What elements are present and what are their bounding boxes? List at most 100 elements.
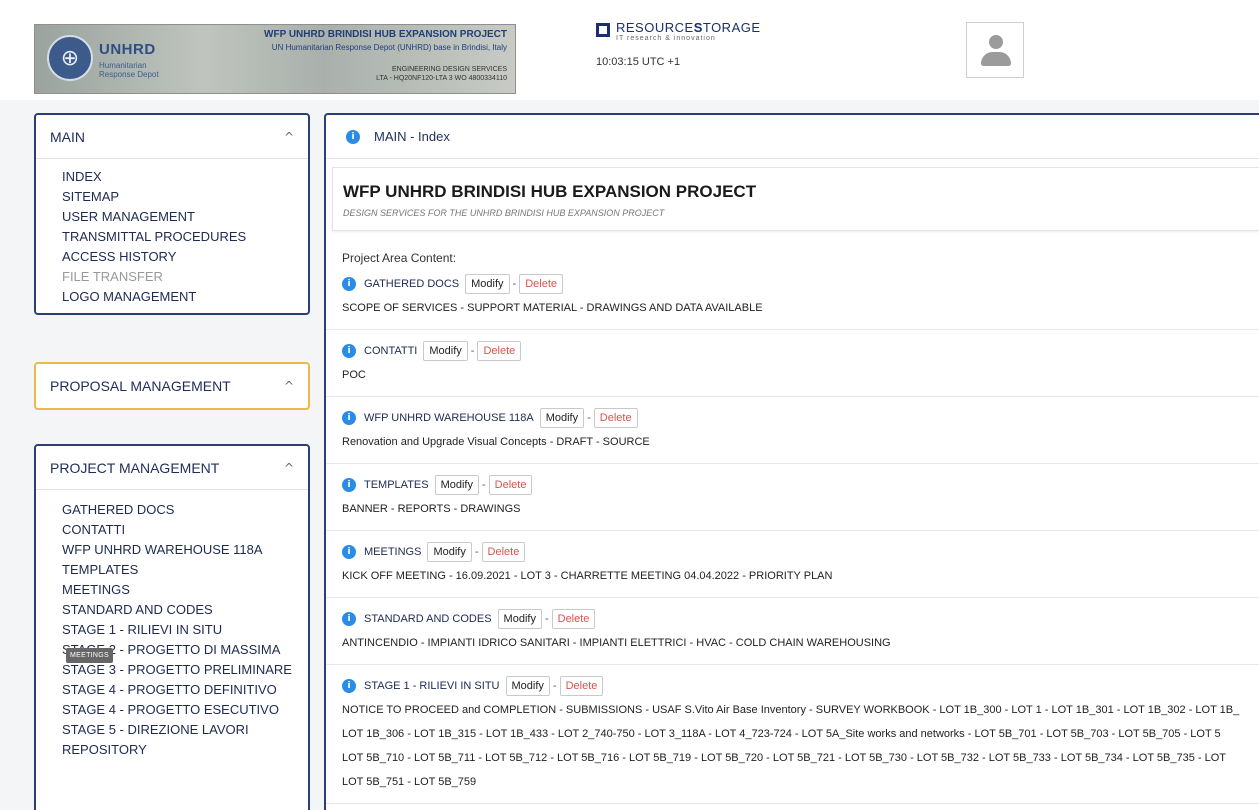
sidebar-item-stage-1[interactable]: STAGE 1 - RILIEVI IN SITU	[62, 620, 308, 640]
info-icon[interactable]: i	[342, 344, 356, 358]
section-links[interactable]: LOT 5B_710 - LOT 5B_711 - LOT 5B_712 - L…	[342, 747, 1259, 769]
delete-button[interactable]: Delete	[559, 676, 604, 696]
separator: -	[470, 345, 475, 357]
section-title[interactable]: WFP UNHRD WAREHOUSE 118A	[364, 412, 534, 424]
section-title[interactable]: TEMPLATES	[364, 479, 429, 491]
brand-name-part3: TORAGE	[702, 20, 761, 35]
brand-name-part1: RESOURCE	[616, 20, 694, 35]
section-links[interactable]: LOT 1B_306 - LOT 1B_315 - LOT 1B_433 - L…	[342, 723, 1259, 745]
section-links[interactable]: Renovation and Upgrade Visual Concepts -…	[342, 431, 1259, 453]
sidebar-item-standard-and-codes[interactable]: STANDARD AND CODES	[62, 600, 308, 620]
sidebar-item-user-management[interactable]: USER MANAGEMENT	[62, 207, 308, 227]
section-links[interactable]: BANNER - REPORTS - DRAWINGS	[342, 498, 1259, 520]
sidebar-item-access-history[interactable]: ACCESS HISTORY	[62, 247, 308, 267]
delete-button[interactable]: Delete	[519, 274, 564, 294]
org-subtitle: Humanitarian Response Depot	[99, 61, 159, 79]
delete-button[interactable]: Delete	[481, 542, 526, 562]
section-title[interactable]: GATHERED DOCS	[364, 278, 459, 290]
section-title-row: i CONTATTI Modify - Delete	[342, 340, 1259, 362]
delete-button[interactable]: Delete	[593, 408, 638, 428]
info-icon[interactable]: i	[342, 545, 356, 559]
section-links[interactable]: ANTINCENDIO - IMPIANTI IDRICO SANITARI -…	[342, 632, 1259, 654]
user-silhouette-body	[981, 52, 1011, 66]
main-header-title: MAIN - Index	[374, 129, 450, 144]
chevron-up-icon[interactable]: ^	[284, 130, 294, 144]
sidebar-main-title: MAIN	[50, 128, 85, 145]
section-links[interactable]: NOTICE TO PROCEED and COMPLETION - SUBMI…	[342, 699, 1259, 721]
sidebar-main-panel: MAIN ^ INDEX SITEMAP USER MANAGEMENT TRA…	[34, 113, 310, 315]
square-logo-icon	[596, 23, 610, 37]
project-area-label: Project Area Content:	[342, 251, 457, 265]
section-title[interactable]: MEETINGS	[364, 546, 421, 558]
sidebar-item-stage-3[interactable]: STAGE 3 - PROGETTO PRELIMINARE	[62, 660, 308, 680]
section-title-row: i MEETINGS Modify - Delete	[342, 541, 1259, 563]
section-links[interactable]: POC	[342, 364, 1259, 386]
modify-button[interactable]: Modify	[427, 542, 472, 562]
modify-button[interactable]: Modify	[539, 408, 585, 428]
sidebar-item-templates[interactable]: TEMPLATES	[62, 560, 308, 580]
info-icon[interactable]: i	[342, 277, 356, 291]
sidebar-item-stage-5[interactable]: STAGE 5 - DIREZIONE LAVORI	[62, 720, 308, 740]
section-title[interactable]: CONTATTI	[364, 345, 417, 357]
chevron-up-icon[interactable]: ^	[284, 379, 294, 393]
modify-button[interactable]: Modify	[465, 274, 510, 294]
modify-button[interactable]: Modify	[505, 676, 550, 696]
separator: -	[512, 278, 517, 290]
section-links[interactable]: KICK OFF MEETING - 16.09.2021 - LOT 3 - …	[342, 565, 1259, 587]
modify-button[interactable]: Modify	[497, 609, 542, 629]
sidebar-project-header[interactable]: PROJECT MANAGEMENT ^	[36, 446, 308, 490]
chevron-up-icon[interactable]: ^	[284, 461, 294, 475]
info-icon[interactable]: i	[342, 612, 356, 626]
info-icon[interactable]: i	[342, 478, 356, 492]
sidebar-item-sitemap[interactable]: SITEMAP	[62, 187, 308, 207]
section-title-row: i WFP UNHRD WAREHOUSE 118A Modify - Delete	[342, 407, 1259, 429]
section-links[interactable]: SCOPE OF SERVICES - SUPPORT MATERIAL - D…	[342, 297, 1259, 319]
info-icon[interactable]: i	[342, 411, 356, 425]
brand-name: RESOURCESTORAGE	[616, 20, 761, 35]
section-standard-and-codes: i STANDARD AND CODES Modify - Delete ANTINCEN…	[326, 598, 1259, 665]
sidebar-main-list: INDEX SITEMAP USER MANAGEMENT TRANSMITTA…	[36, 159, 308, 313]
section-warehouse-118a: i WFP UNHRD WAREHOUSE 118A Modify - Delete Re…	[326, 397, 1259, 464]
clock: 10:03:15 UTC +1	[596, 56, 681, 68]
section-stage-1: i STAGE 1 - RILIEVI IN SITU Modify - Delete N…	[326, 665, 1259, 804]
page: ⊕ UNHRD Humanitarian Response Depot WFP …	[0, 0, 1259, 810]
sidebar-item-logo-management[interactable]: LOGO MANAGEMENT	[62, 287, 308, 307]
org-name: UNHRD	[99, 41, 156, 58]
page-title: WFP UNHRD BRINDISI HUB EXPANSION PROJECT	[343, 182, 757, 201]
user-avatar[interactable]	[966, 22, 1024, 78]
delete-button[interactable]: Delete	[477, 341, 522, 361]
sidebar-item-transmittal-procedures[interactable]: TRANSMITTAL PROCEDURES	[62, 227, 308, 247]
info-icon[interactable]: i	[342, 679, 356, 693]
header: ⊕ UNHRD Humanitarian Response Depot WFP …	[0, 0, 1259, 100]
project-card: WFP UNHRD BRINDISI HUB EXPANSION PROJECT…	[332, 167, 1259, 231]
user-silhouette-icon	[989, 35, 1003, 49]
banner-engineering-line2: LTA - HQ20NF120-LTA 3 WO 4800334110	[376, 75, 507, 82]
sidebar-proposal-header[interactable]: PROPOSAL MANAGEMENT ^	[36, 364, 308, 408]
section-templates: i TEMPLATES Modify - Delete BANNER - REPORTS …	[326, 464, 1259, 531]
info-icon: i	[346, 129, 360, 144]
sidebar-item-index[interactable]: INDEX	[62, 167, 308, 187]
section-title[interactable]: STAGE 1 - RILIEVI IN SITU	[364, 680, 500, 692]
separator: -	[587, 412, 591, 424]
resourcestorage-logo: RESOURCESTORAGE IT research & innovation	[596, 20, 761, 42]
delete-button[interactable]: Delete	[488, 475, 533, 495]
sidebar-proposal-title: PROPOSAL MANAGEMENT	[50, 378, 231, 394]
sidebar-item-contatti[interactable]: CONTATTI	[62, 520, 308, 540]
sidebar-main-header[interactable]: MAIN ^	[36, 115, 308, 159]
sidebar-item-stage-4-esecutivo[interactable]: STAGE 4 - PROGETTO ESECUTIVO	[62, 700, 308, 720]
sidebar-project-list: GATHERED DOCS CONTATTI WFP UNHRD WAREHOU…	[36, 490, 308, 766]
sidebar-item-repository[interactable]: REPOSITORY	[62, 740, 308, 760]
banner-engineering-line1: ENGINEERING DESIGN SERVICES	[391, 66, 507, 73]
section-title[interactable]: STANDARD AND CODES	[364, 613, 492, 625]
modify-button[interactable]: Modify	[434, 475, 479, 495]
separator: -	[482, 479, 486, 491]
sidebar-item-stage-4-definitivo[interactable]: STAGE 4 - PROGETTO DEFINITIVO	[62, 680, 308, 700]
section-title-row: i STAGE 1 - RILIEVI IN SITU Modify - Delete	[342, 675, 1259, 697]
section-links[interactable]: LOT 5B_751 - LOT 5B_759	[342, 771, 1259, 793]
meetings-tooltip: MEETINGS	[66, 648, 113, 663]
sidebar-item-meetings[interactable]: MEETINGS	[62, 580, 308, 600]
sidebar-item-gathered-docs[interactable]: GATHERED DOCS	[62, 500, 308, 520]
sidebar-item-warehouse-118a[interactable]: WFP UNHRD WAREHOUSE 118A	[62, 540, 308, 560]
modify-button[interactable]: Modify	[423, 341, 468, 361]
delete-button[interactable]: Delete	[551, 609, 596, 629]
